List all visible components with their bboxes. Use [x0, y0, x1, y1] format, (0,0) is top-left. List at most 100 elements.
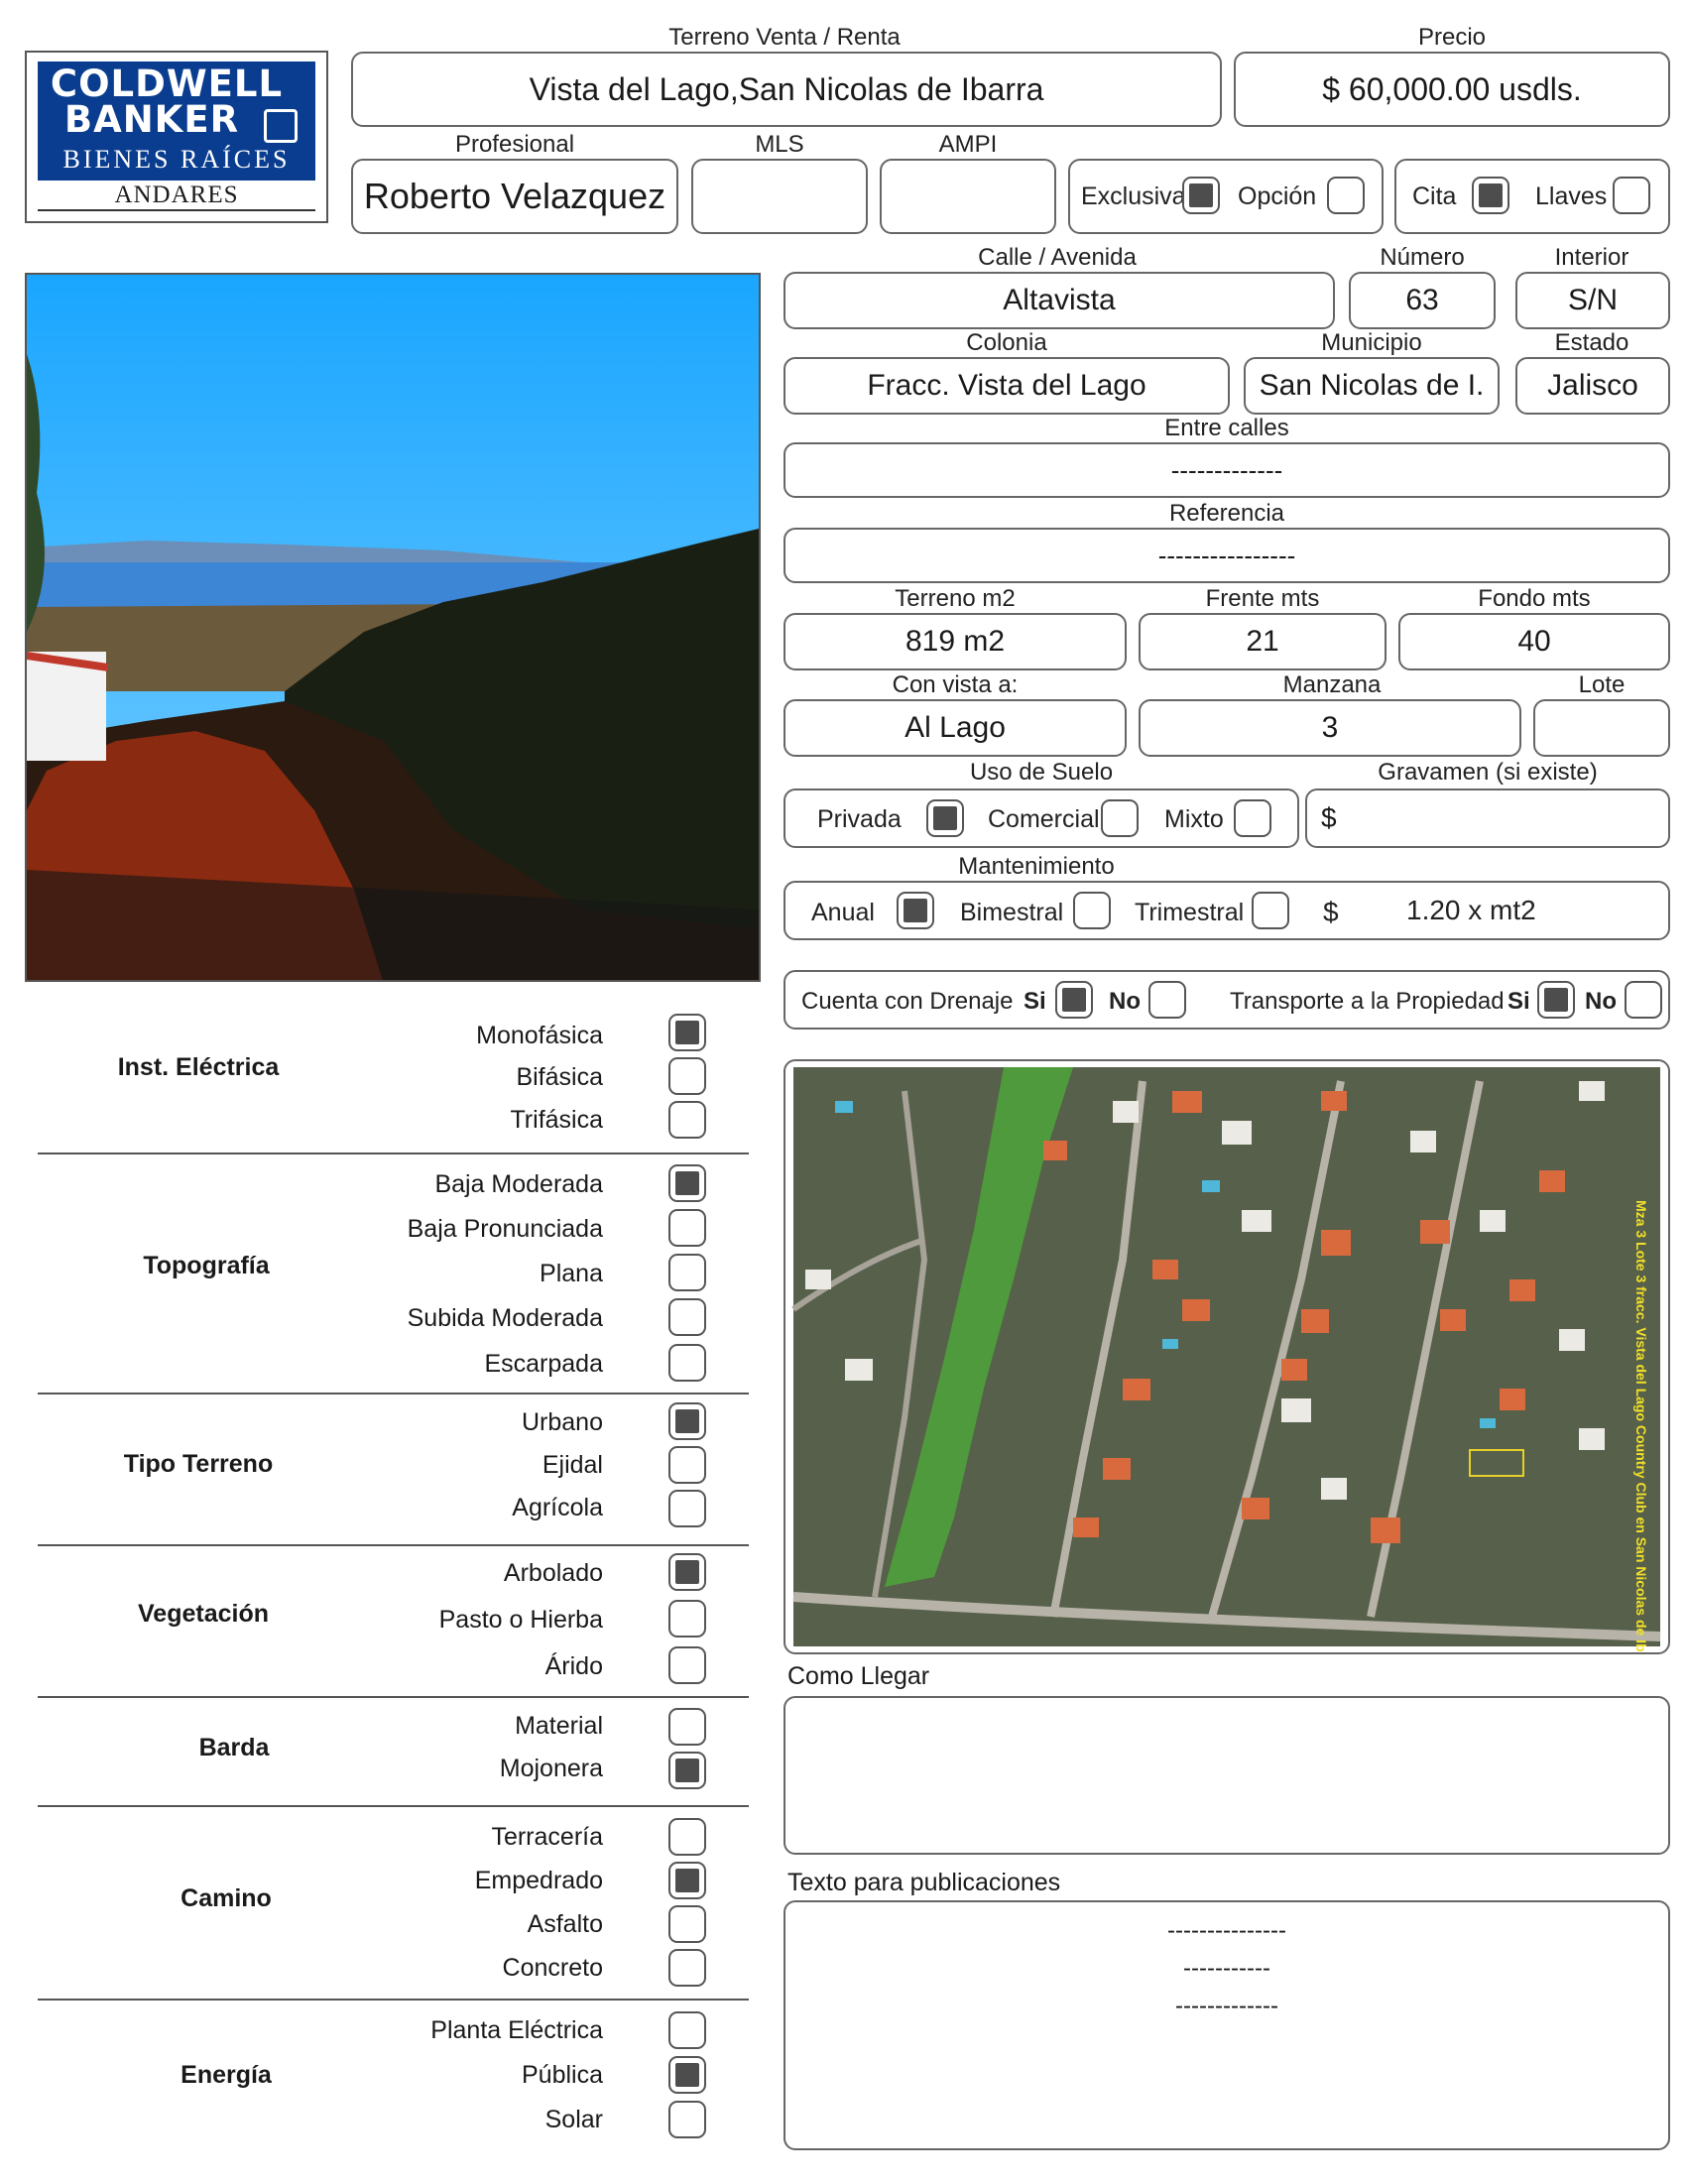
monofasica-checkbox[interactable]	[668, 1014, 706, 1051]
material-checkbox[interactable]	[668, 1708, 706, 1746]
colonia-field[interactable]: Fracc. Vista del Lago	[784, 357, 1230, 415]
fondo-label: Fondo mts	[1478, 585, 1591, 612]
comercial-checkbox[interactable]	[1101, 799, 1139, 837]
vegetacion-item: Arbolado	[503, 1559, 603, 1587]
property-photo	[25, 273, 761, 982]
profesional-label: Profesional	[454, 131, 575, 158]
logo-office: ANDARES	[114, 182, 239, 208]
arido-checkbox[interactable]	[668, 1646, 706, 1684]
solar-checkbox[interactable]	[668, 2101, 706, 2138]
pasto-checkbox[interactable]	[668, 1600, 706, 1638]
llaves-checkbox[interactable]	[1613, 177, 1650, 214]
drenaje-no-checkbox[interactable]	[1148, 981, 1186, 1019]
referencia-field[interactable]: ----------------	[784, 528, 1670, 583]
topografia-item: Baja Moderada	[434, 1170, 603, 1198]
trifasica-checkbox[interactable]	[668, 1101, 706, 1139]
mls-field[interactable]	[691, 159, 868, 234]
type-value: Vista del Lago,San Nicolas de Ibarra	[529, 70, 1044, 107]
empedrado-checkbox[interactable]	[668, 1862, 706, 1899]
bifasica-checkbox[interactable]	[668, 1057, 706, 1095]
price-field[interactable]: $ 60,000.00 usdls.	[1234, 52, 1670, 127]
numero-field[interactable]: 63	[1349, 272, 1496, 329]
topografia-item: Baja Pronunciada	[407, 1215, 603, 1243]
municipio-value: San Nicolas de I.	[1259, 369, 1485, 402]
bimestral-checkbox[interactable]	[1073, 892, 1111, 929]
section-divider	[38, 1393, 749, 1395]
calle-label: Calle / Avenida	[978, 244, 1137, 271]
exclusiva-label: Exclusiva	[1081, 182, 1186, 210]
camino-item: Concreto	[502, 1954, 603, 1982]
interior-field[interactable]: S/N	[1515, 272, 1670, 329]
transporte-no-checkbox[interactable]	[1625, 981, 1662, 1019]
publicaciones-line: -----------	[1183, 1955, 1270, 1982]
drenaje-si-checkbox[interactable]	[1055, 981, 1093, 1019]
ejidal-checkbox[interactable]	[668, 1446, 706, 1484]
profesional-field[interactable]: Roberto Velazquez	[351, 159, 678, 234]
urbano-checkbox[interactable]	[668, 1402, 706, 1440]
baja-pronunciada-checkbox[interactable]	[668, 1209, 706, 1247]
manzana-value: 3	[1321, 711, 1339, 744]
mantenimiento-symbol: $	[1323, 897, 1339, 927]
lote-field[interactable]	[1533, 699, 1670, 757]
asfalto-checkbox[interactable]	[668, 1905, 706, 1943]
transporte-si-checkbox[interactable]	[1537, 981, 1575, 1019]
publicaciones-label: Texto para publicaciones	[787, 1869, 1061, 1896]
barda-item: Material	[515, 1712, 603, 1740]
electrica-item: Trifásica	[510, 1106, 603, 1134]
calle-field[interactable]: Altavista	[784, 272, 1335, 329]
cita-checkbox[interactable]	[1472, 177, 1509, 214]
manzana-field[interactable]: 3	[1139, 699, 1521, 757]
section-divider	[38, 1999, 749, 2001]
colonia-value: Fracc. Vista del Lago	[867, 369, 1146, 402]
fondo-field[interactable]: 40	[1398, 613, 1670, 670]
topografia-item: Subida Moderada	[407, 1304, 603, 1332]
mixto-checkbox[interactable]	[1234, 799, 1271, 837]
aerial-map-image: Mza 3 Lote 3 fracc. Vista del Lago Count…	[791, 1067, 1661, 1652]
vista-field[interactable]: Al Lago	[784, 699, 1127, 757]
terraceria-checkbox[interactable]	[668, 1818, 706, 1856]
gravamen-field[interactable]: $	[1305, 789, 1670, 848]
subida-moderada-checkbox[interactable]	[668, 1298, 706, 1336]
numero-label: Número	[1380, 244, 1465, 271]
ampi-label: AMPI	[938, 131, 998, 158]
entre-field[interactable]: -------------	[784, 442, 1670, 498]
privada-checkbox[interactable]	[926, 799, 964, 837]
trimestral-label: Trimestral	[1135, 899, 1245, 926]
como-llegar-label: Como Llegar	[787, 1662, 930, 1690]
trimestral-checkbox[interactable]	[1252, 892, 1289, 929]
como-llegar-field[interactable]	[784, 1696, 1670, 1855]
frente-field[interactable]: 21	[1139, 613, 1387, 670]
municipio-label: Municipio	[1321, 329, 1422, 356]
anual-checkbox[interactable]	[897, 892, 934, 929]
price-value: $ 60,000.00 usdls.	[1322, 70, 1582, 107]
mantenimiento-value[interactable]: 1.20 x mt2	[1406, 895, 1536, 926]
type-field[interactable]: Vista del Lago,San Nicolas de Ibarra	[351, 52, 1222, 127]
opcion-checkbox[interactable]	[1327, 177, 1365, 214]
ampi-field[interactable]	[880, 159, 1056, 234]
publica-checkbox[interactable]	[668, 2056, 706, 2094]
exclusiva-checkbox[interactable]	[1182, 177, 1220, 214]
escarpada-checkbox[interactable]	[668, 1344, 706, 1382]
baja-moderada-checkbox[interactable]	[668, 1164, 706, 1202]
frente-value: 21	[1246, 625, 1279, 658]
manzana-label: Manzana	[1282, 671, 1382, 698]
tipo-item: Urbano	[522, 1408, 603, 1436]
planta-electrica-checkbox[interactable]	[668, 2011, 706, 2049]
mojonera-checkbox[interactable]	[668, 1752, 706, 1789]
municipio-field[interactable]: San Nicolas de I.	[1244, 357, 1500, 415]
camino-item: Asfalto	[527, 1910, 603, 1938]
vegetacion-item: Pasto o Hierba	[438, 1606, 603, 1634]
plana-checkbox[interactable]	[668, 1254, 706, 1291]
estado-field[interactable]: Jalisco	[1515, 357, 1670, 415]
concreto-checkbox[interactable]	[668, 1949, 706, 1987]
agricola-checkbox[interactable]	[668, 1490, 706, 1527]
publicaciones-line: -------------	[1175, 1993, 1278, 2019]
section-divider	[38, 1805, 749, 1807]
arbolado-checkbox[interactable]	[668, 1553, 706, 1591]
terreno-field[interactable]: 819 m2	[784, 613, 1127, 670]
energia-item: Planta Eléctrica	[430, 2016, 603, 2044]
logo-mark-icon	[264, 109, 298, 143]
publicaciones-field[interactable]: --------------- ----------- ------------…	[784, 1900, 1670, 2150]
gravamen-symbol: $	[1321, 802, 1337, 833]
logo-divider	[38, 209, 315, 211]
